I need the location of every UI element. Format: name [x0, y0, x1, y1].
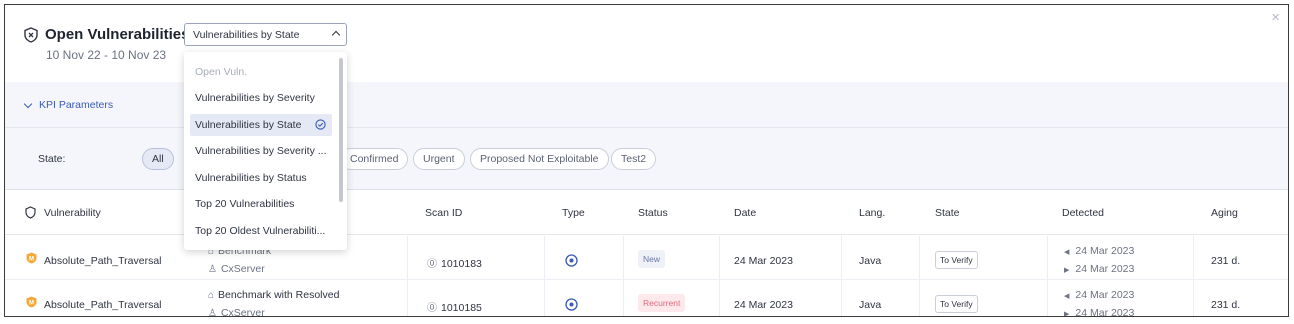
dropdown-option-vulnerabilities-by-severity[interactable]: Vulnerabilities by Severity	[190, 87, 332, 109]
column-divider	[623, 236, 624, 280]
scan-id-value: 1010185	[441, 302, 482, 314]
scan-id[interactable]: ⓪ 1010185	[427, 299, 482, 314]
column-divider	[719, 236, 720, 280]
team-name: ♙ CxServer	[208, 307, 265, 317]
table-row[interactable]: M Absolute_Path_Traversal ⌂ Benchmark wit…	[5, 280, 1288, 317]
column-divider	[544, 280, 545, 316]
shield-icon	[25, 206, 36, 219]
language-value: Java	[859, 255, 882, 267]
chevron-down-icon	[23, 99, 33, 108]
shield-icon	[24, 27, 38, 43]
dropdown-option-vulnerabilities-by-status[interactable]: Vulnerabilities by Status	[190, 167, 332, 189]
state-badge[interactable]: To Verify	[935, 295, 978, 313]
report-type-dropdown: Open Vuln. Vulnerabilities by Severity V…	[184, 52, 347, 250]
state-chip-urgent[interactable]: Urgent	[413, 148, 465, 170]
first-detected-date: 24 Mar 2023	[1075, 289, 1135, 301]
column-date[interactable]: Date	[734, 207, 756, 219]
column-type[interactable]: Type	[562, 207, 585, 219]
column-divider	[1047, 280, 1048, 316]
column-divider	[407, 280, 408, 316]
column-scan-id[interactable]: Scan ID	[425, 207, 462, 219]
briefcase-icon: ⌂	[208, 290, 215, 301]
sast-type-icon	[565, 298, 578, 311]
svg-text:M: M	[29, 256, 34, 262]
state-chip-proposed-not-exploitable[interactable]: Proposed Not Exploitable	[470, 148, 609, 170]
dropdown-option-top-20-oldest-vulnerabilities[interactable]: Top 20 Oldest Vulnerabiliti...	[190, 220, 332, 242]
dropdown-option-label: Vulnerabilities by State	[195, 119, 302, 131]
column-divider	[841, 280, 842, 316]
last-detected-date: 24 Mar 2023	[1075, 307, 1135, 317]
sast-type-icon	[565, 254, 578, 267]
last-detected: ▶ 24 Mar 2023	[1064, 307, 1135, 317]
status-badge: Recurrent	[638, 294, 686, 312]
column-divider	[919, 280, 920, 316]
medium-severity-icon: M	[26, 252, 37, 264]
column-divider	[919, 236, 920, 280]
column-lang[interactable]: Lang.	[859, 207, 885, 219]
report-type-select[interactable]: Vulnerabilities by State	[184, 23, 347, 46]
date-value: 24 Mar 2023	[734, 255, 793, 267]
column-divider	[719, 280, 720, 316]
dropdown-option-open-vuln: Open Vuln.	[195, 66, 248, 78]
column-aging[interactable]: Aging	[1211, 207, 1238, 219]
language-value: Java	[859, 299, 882, 311]
column-status[interactable]: Status	[638, 207, 668, 219]
column-divider	[544, 236, 545, 280]
kpi-parameters-toggle[interactable]: KPI Parameters	[23, 99, 114, 111]
first-detected-icon: ◀	[1064, 293, 1070, 300]
help-circle-icon: ⓪	[427, 259, 437, 270]
column-divider	[623, 280, 624, 316]
scan-id-value: 1010183	[441, 258, 482, 270]
state-chip-test2[interactable]: Test2	[611, 148, 657, 170]
column-divider	[1193, 236, 1194, 280]
date-range: 10 Nov 22 - 10 Nov 23	[46, 48, 167, 62]
column-vulnerability[interactable]: Vulnerability	[44, 207, 101, 219]
help-circle-icon: ⓪	[427, 303, 437, 314]
team-label: CxServer	[220, 263, 265, 275]
column-divider	[1193, 280, 1194, 316]
project-label: Benchmark with Resolved	[218, 289, 340, 301]
kpi-parameters-label: KPI Parameters	[39, 99, 114, 111]
dropdown-scrollbar[interactable]	[339, 58, 343, 202]
state-badge[interactable]: To Verify	[935, 251, 978, 269]
aging-value: 231 d.	[1211, 255, 1241, 267]
vulnerabilities-panel: × Open Vulnerabilities 10 Nov 22 - 10 No…	[4, 4, 1289, 317]
page-title: Open Vulnerabilities	[45, 26, 190, 43]
medium-severity-icon: M	[26, 296, 37, 308]
check-circle-icon	[315, 119, 326, 130]
last-detected-date: 24 Mar 2023	[1075, 263, 1135, 275]
vulnerability-name[interactable]: Absolute_Path_Traversal	[44, 299, 162, 311]
last-detected: ▶ 24 Mar 2023	[1064, 263, 1134, 275]
first-detected: ◀ 24 Mar 2023	[1064, 245, 1134, 257]
column-divider	[407, 236, 408, 280]
dropdown-option-vulnerabilities-by-severity-over-time[interactable]: Vulnerabilities by Severity ...	[190, 140, 332, 162]
date-value: 24 Mar 2023	[734, 299, 793, 311]
column-divider	[1047, 236, 1048, 280]
state-filter-label: State:	[38, 153, 66, 165]
vulnerability-name[interactable]: Absolute_Path_Traversal	[44, 255, 162, 267]
column-state[interactable]: State	[935, 207, 960, 219]
team-label: CxServer	[220, 307, 265, 317]
last-detected-icon: ▶	[1064, 311, 1070, 317]
first-detected-date: 24 Mar 2023	[1075, 245, 1135, 257]
chevron-up-icon	[331, 30, 341, 40]
aging-value: 231 d.	[1211, 299, 1241, 311]
dropdown-option-vulnerabilities-by-state[interactable]: Vulnerabilities by State	[190, 114, 332, 136]
dropdown-option-top-20-vulnerabilities[interactable]: Top 20 Vulnerabilities	[190, 193, 332, 215]
column-detected[interactable]: Detected	[1062, 207, 1104, 219]
status-badge: New	[638, 250, 666, 268]
user-icon: ♙	[208, 308, 217, 317]
svg-text:M: M	[29, 300, 34, 306]
first-detected-icon: ◀	[1064, 249, 1070, 256]
user-icon: ♙	[208, 264, 217, 275]
report-type-value: Vulnerabilities by State	[193, 29, 300, 41]
team-name: ♙ CxServer	[208, 263, 265, 275]
state-chip-confirmed[interactable]: Confirmed	[340, 148, 409, 170]
project-name: ⌂ Benchmark with Resolved	[208, 289, 339, 301]
state-chip-all[interactable]: All	[142, 148, 174, 170]
column-divider	[841, 236, 842, 280]
last-detected-icon: ▶	[1064, 267, 1070, 274]
scan-id[interactable]: ⓪ 1010183	[427, 255, 482, 270]
first-detected: ◀ 24 Mar 2023	[1064, 289, 1134, 301]
